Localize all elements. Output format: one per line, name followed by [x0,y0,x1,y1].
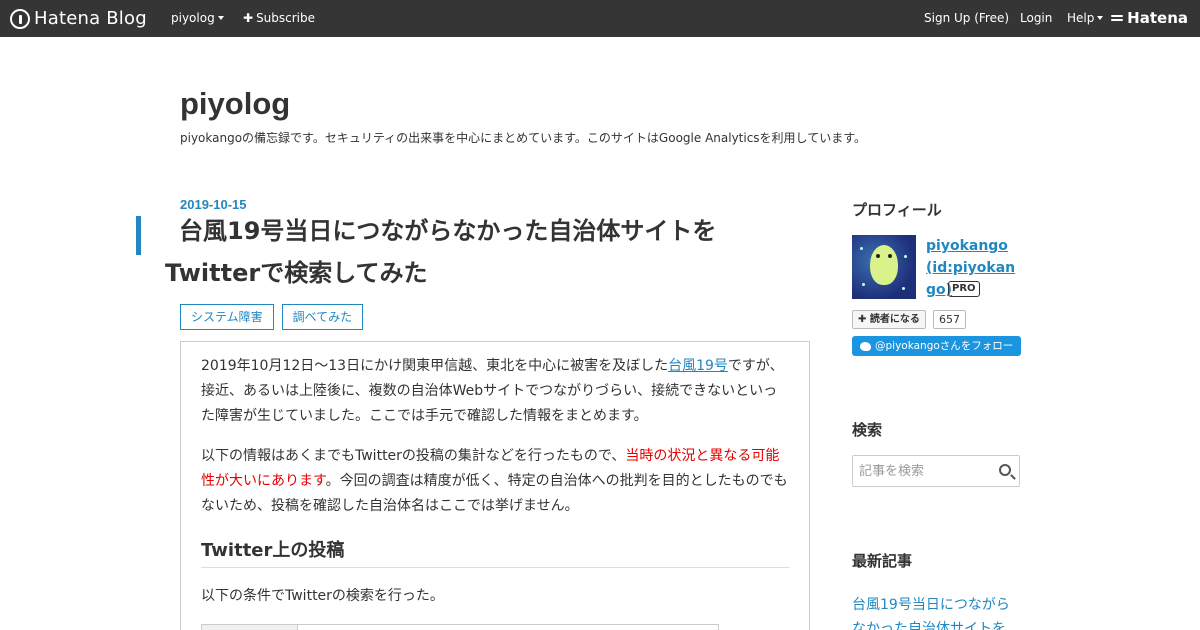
blog-title[interactable]: piyolog [180,86,290,122]
paragraph-text: 2019年10月12日～13日にかけ関東甲信越、東北を中心に被害を及ぼした [201,358,669,374]
blog-menu-dropdown[interactable]: piyolog [171,11,224,25]
star-dot [904,255,907,258]
profile-heading: プロフィール [852,201,942,219]
paragraph-text: 以下の情報はあくまでもTwitterの投稿の集計などを行ったもので、 [201,448,626,464]
twitter-icon [860,341,871,351]
typhoon-link[interactable]: 台風19号 [668,358,728,374]
entry-paragraph: 以下の条件でTwitterの検索を行った。 [201,588,444,604]
search-input[interactable] [853,456,983,486]
entry-content: 2019年10月12日～13日にかけ関東甲信越、東北を中心に被害を及ぼした台風1… [180,341,810,630]
hatena-blog-icon [10,8,30,29]
category-tag[interactable]: 調べてみた [281,304,364,330]
hatena-lines-icon [1111,13,1124,23]
blog-description: piyokangoの備忘録です。セキュリティの出来事を中心にまとめています。この… [180,131,866,145]
caret-down-icon [217,16,224,20]
subscribe-label: Subscribe [256,11,316,25]
hatena-logo-label: Hatena [1127,9,1188,27]
recent-entry-link[interactable]: 台風19号当日につながらなかった自治体サイトを [852,593,1022,630]
search-box [852,455,1020,487]
entry-paragraph: 以下の情報はあくまでもTwitterの投稿の集計などを行ったもので、当時の状況と… [201,444,789,519]
search-heading: 検索 [852,421,883,439]
section-heading: Twitter上の投稿 [201,537,789,568]
hatena-blog-brand: Hatena Blog [34,8,147,29]
table-header-cell [202,625,298,630]
global-header: Hatena Blog piyolog ✚ Subscribe Sign Up (… [0,0,1200,37]
entry-paragraph: 2019年10月12日～13日にかけ関東甲信越、東北を中心に被害を及ぼした台風1… [201,354,789,429]
pro-badge: PRO [948,281,980,297]
avatar[interactable] [852,235,916,299]
category-tag[interactable]: システム障害 [180,304,274,330]
reader-button-label: 読者になる [869,314,920,325]
caret-down-icon [1097,16,1104,20]
plus-icon: ✚ [243,11,254,25]
search-icon[interactable] [999,464,1011,476]
hatena-logo[interactable]: Hatena [1111,9,1188,27]
star-dot [862,283,865,286]
entry-title[interactable]: 台風19号当日につながらなかった自治体サイトをTwitterで検索してみた [165,210,785,294]
login-link[interactable]: Login [1020,11,1052,25]
twitter-follow-label: @piyokangoさんをフォロー [875,340,1014,352]
hatena-blog-logo[interactable]: Hatena Blog [10,8,147,29]
help-dropdown[interactable]: Help [1067,11,1104,25]
signup-label: Sign Up (Free) [924,11,1010,25]
recent-heading: 最新記事 [852,552,913,570]
login-label: Login [1020,11,1053,25]
signup-link[interactable]: Sign Up (Free) [924,11,1009,25]
subscribe-button[interactable]: ✚ Subscribe [243,11,315,25]
category-list: システム障害 調べてみた [180,304,364,330]
blog-menu-label: piyolog [171,11,215,25]
title-accent-bar [136,216,141,255]
star-dot [902,287,905,290]
reader-count: 657 [933,310,966,329]
star-dot [860,247,863,250]
subscribe-reader-button[interactable]: ✚ 読者になる [852,310,926,329]
conditions-table [201,624,719,630]
parakeet-icon [870,245,898,285]
help-label: Help [1067,11,1095,25]
twitter-follow-button[interactable]: @piyokangoさんをフォロー [852,336,1021,356]
